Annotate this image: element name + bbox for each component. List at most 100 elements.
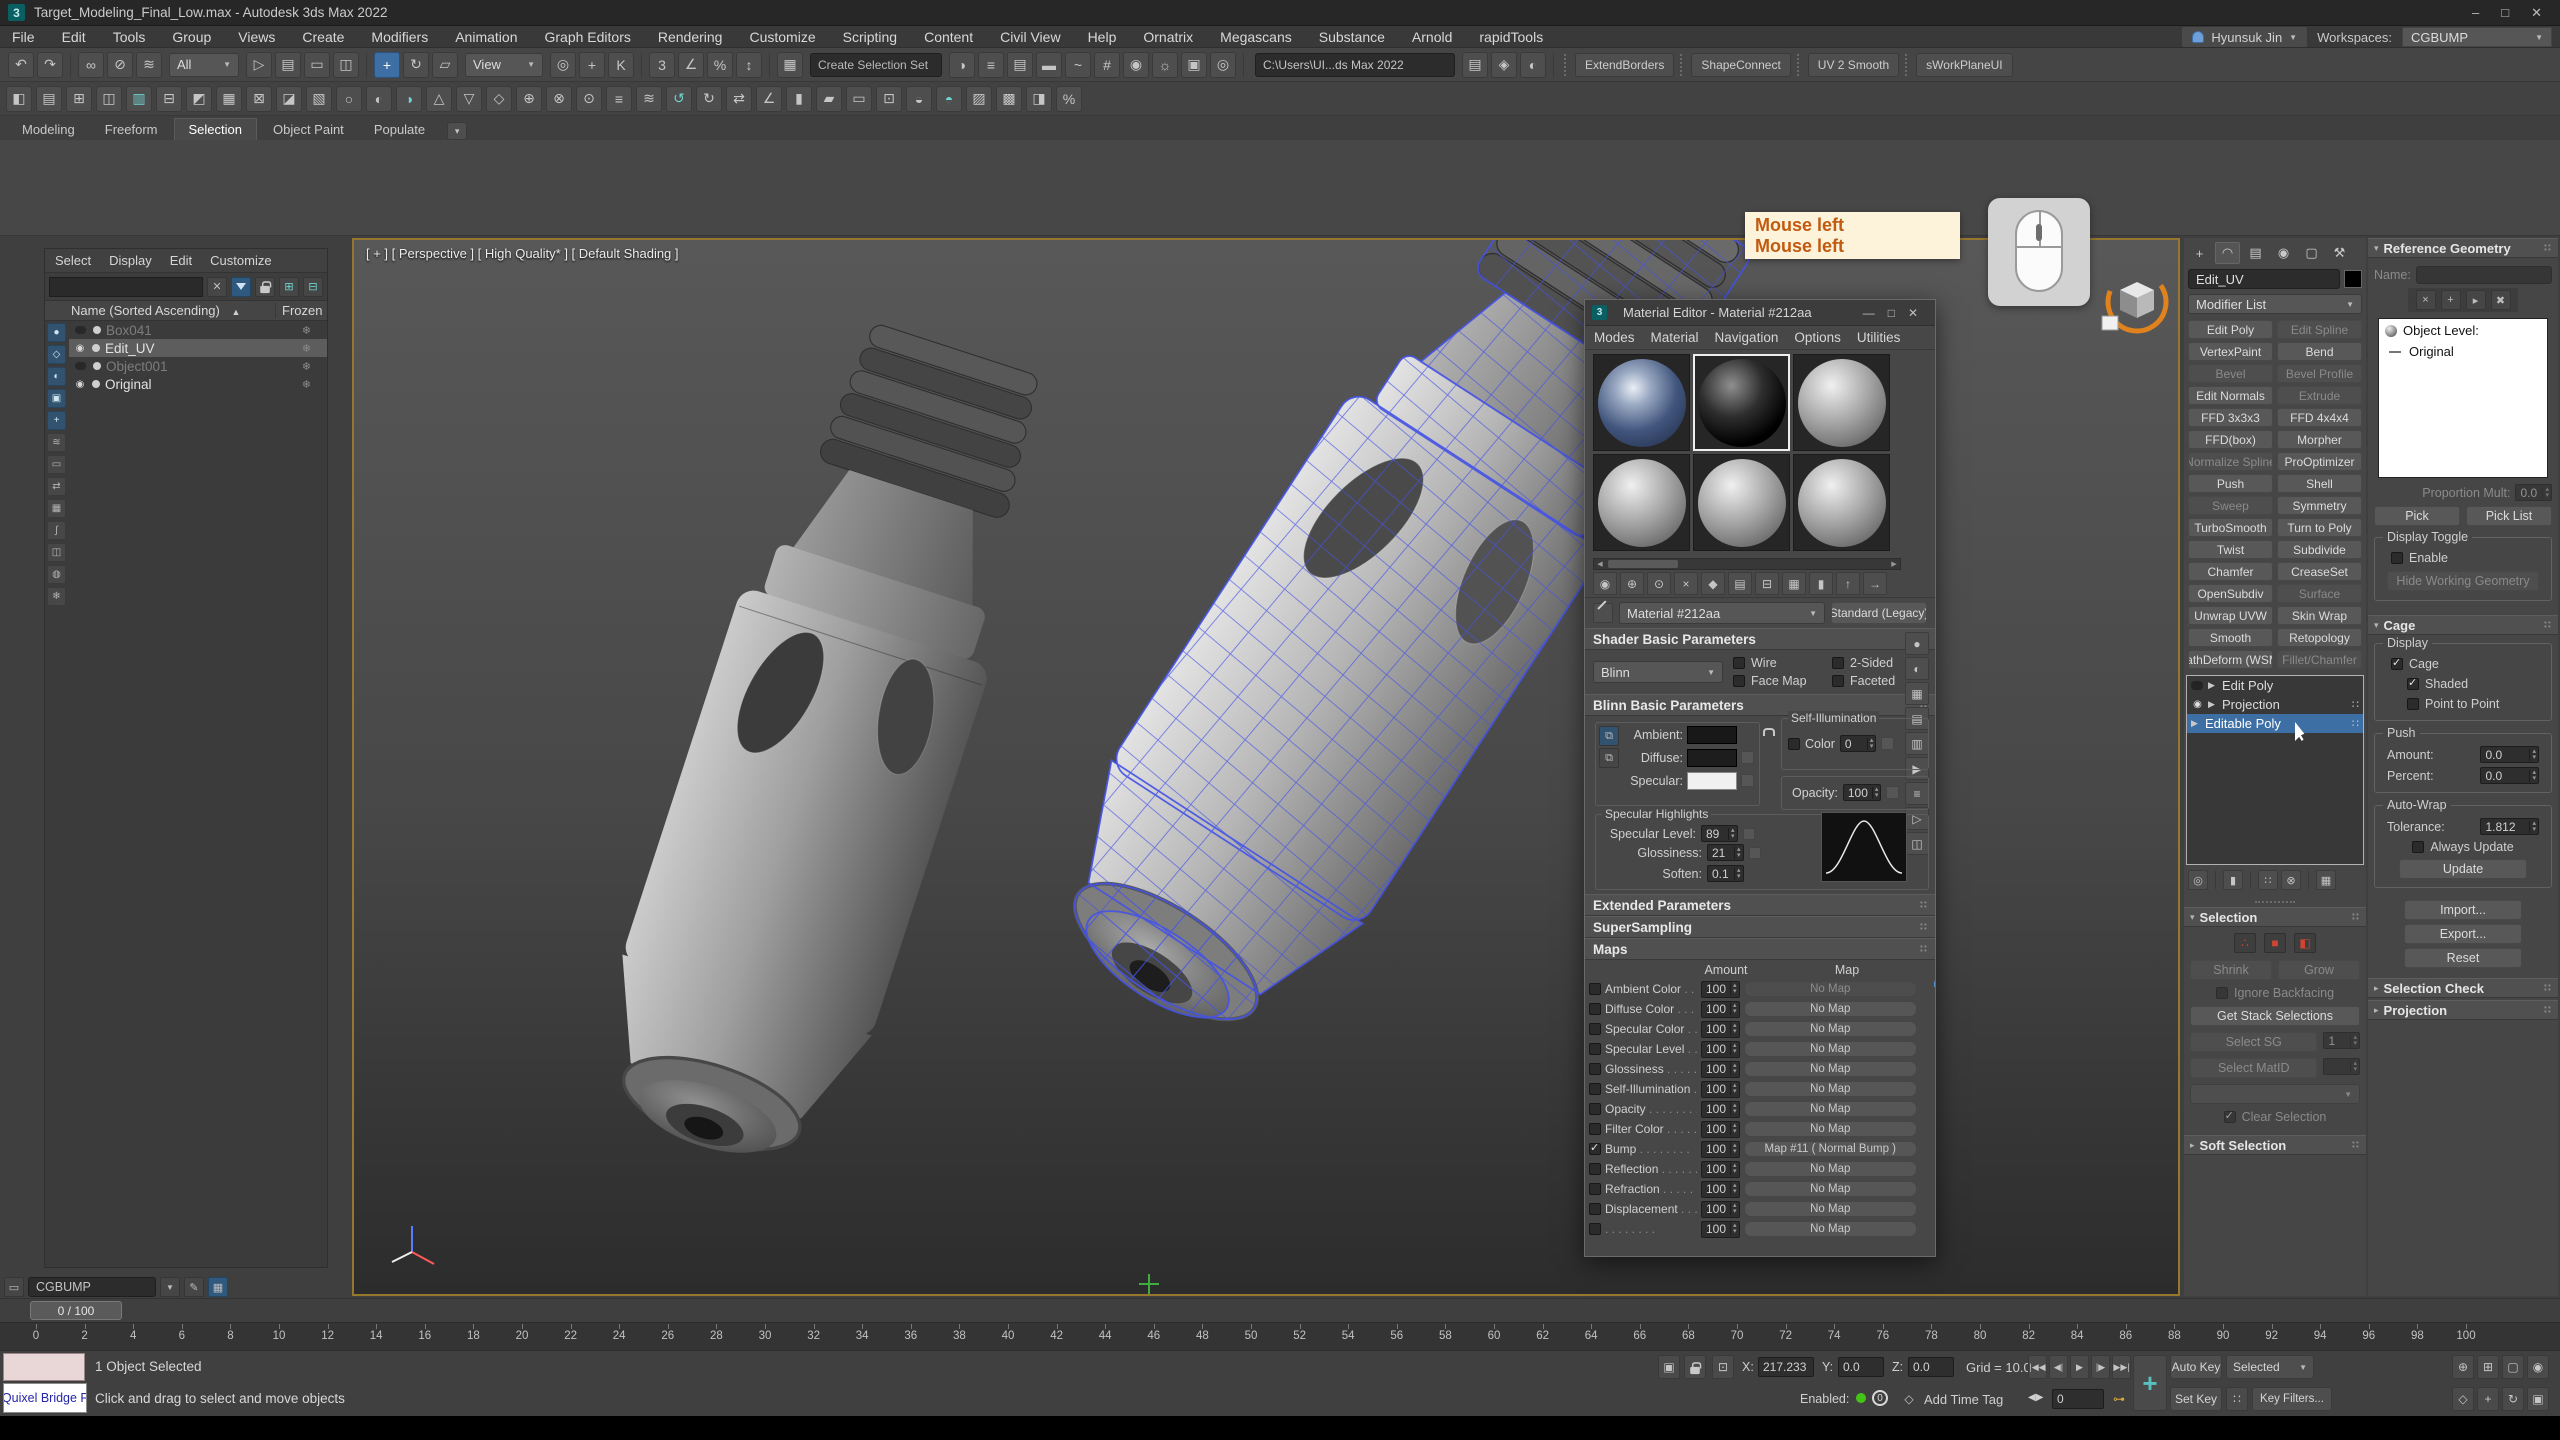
explorer-row-object001[interactable]: Object001❄: [69, 357, 327, 375]
docked-toolbar-shapeconnect[interactable]: ShapeConnect: [1691, 53, 1790, 77]
custom-tool-icon-29[interactable]: ▭: [846, 86, 872, 112]
ribbon-tab-object-paint[interactable]: Object Paint: [259, 118, 358, 140]
vertex-subobject-icon[interactable]: ∴: [2234, 933, 2256, 953]
frame-tick-26[interactable]: 26: [653, 1330, 683, 1342]
frame-tick-66[interactable]: 66: [1625, 1330, 1655, 1342]
frame-tick-36[interactable]: 36: [896, 1330, 926, 1342]
map-amount-spinner[interactable]: 100: [1701, 1181, 1740, 1198]
get-stack-selections-button[interactable]: Get Stack Selections: [2190, 1006, 2360, 1026]
modifier-button-bend[interactable]: Bend: [2277, 342, 2362, 361]
always-update-checkbox[interactable]: [2412, 841, 2424, 853]
toggle-ribbon-icon[interactable]: ▬: [1036, 52, 1062, 78]
undo-icon[interactable]: ↶: [8, 52, 34, 78]
time-slider-handle[interactable]: 0 / 100: [30, 1301, 122, 1320]
assign-material-to-selection-icon[interactable]: ⊙: [1647, 572, 1671, 595]
reference-coordinate-dropdown[interactable]: View▼: [465, 53, 543, 77]
custom-tool-icon-8[interactable]: ▦: [216, 86, 242, 112]
select-and-rotate-icon[interactable]: ↻: [403, 52, 429, 78]
rollout-selection[interactable]: Selection∷: [2184, 907, 2366, 927]
frame-tick-80[interactable]: 80: [1965, 1330, 1995, 1342]
custom-tool-icon-10[interactable]: ◪: [276, 86, 302, 112]
proportion-spinner[interactable]: 0.0: [2515, 484, 2552, 501]
maxscript-mini-listener[interactable]: [3, 1353, 85, 1381]
curve-editor-icon[interactable]: ~: [1065, 52, 1091, 78]
scroll-left-icon[interactable]: ◀: [1594, 559, 1606, 569]
select-by-name-icon[interactable]: ▤: [275, 52, 301, 78]
menu-modifiers[interactable]: Modifiers: [371, 29, 428, 45]
visibility-eye-icon[interactable]: ◉: [73, 343, 87, 354]
select-and-manipulate-icon[interactable]: +: [579, 52, 605, 78]
map-amount-spinner[interactable]: 100: [1701, 1041, 1740, 1058]
motion-tab[interactable]: ◉: [2271, 242, 2296, 264]
material-editor-titlebar[interactable]: 3 Material Editor - Material #212aa — □ …: [1585, 300, 1935, 326]
mirror-icon[interactable]: ◑: [949, 52, 975, 78]
custom-tool-icon-6[interactable]: ⊟: [156, 86, 182, 112]
sample-slot-3[interactable]: [1793, 354, 1890, 451]
shaded-checkbox[interactable]: [2407, 678, 2419, 690]
import-button[interactable]: Import...: [2404, 900, 2522, 920]
keyboard-shortcut-override-icon[interactable]: K: [608, 52, 634, 78]
frame-tick-48[interactable]: 48: [1187, 1330, 1217, 1342]
enabled-badge[interactable]: 0: [1872, 1390, 1888, 1406]
explorer-menu-customize[interactable]: Customize: [210, 253, 271, 268]
custom-tool-icon-25[interactable]: ⇄: [726, 86, 752, 112]
glossiness-spinner[interactable]: 21: [1707, 844, 1744, 861]
custom-tool-icon-1[interactable]: ◧: [6, 86, 32, 112]
y-coordinate-field[interactable]: 0.0: [1838, 1357, 1884, 1377]
custom-tool-icon-23[interactable]: ↺: [666, 86, 692, 112]
frame-step-icons[interactable]: ◀▶: [2028, 1392, 2043, 1403]
amount-spinner[interactable]: 0.0: [2480, 746, 2539, 763]
rollout-blinn-basic-parameters[interactable]: Blinn Basic Parameters∷: [1585, 694, 1935, 716]
map-amount-spinner[interactable]: 100: [1701, 1221, 1740, 1238]
custom-tool-icon-30[interactable]: ⊡: [876, 86, 902, 112]
modifier-button-extrude[interactable]: Extrude: [2277, 386, 2362, 405]
maximize-viewport-icon[interactable]: ▣: [2527, 1387, 2549, 1411]
menu-megascans[interactable]: Megascans: [1220, 29, 1292, 45]
filter-containers-icon[interactable]: ◫: [47, 543, 66, 562]
reference-list[interactable]: Object Level: Original: [2378, 318, 2548, 478]
modifier-button-turbosmooth[interactable]: TurboSmooth: [2188, 518, 2273, 537]
modifier-list-dropdown[interactable]: Modifier List▼: [2188, 294, 2362, 314]
frame-tick-18[interactable]: 18: [458, 1330, 488, 1342]
frame-tick-78[interactable]: 78: [1916, 1330, 1946, 1342]
expand-icon[interactable]: ▶: [2208, 680, 2218, 691]
modifier-button-normalize-spline[interactable]: Normalize Spline: [2188, 452, 2273, 471]
rendered-frame-window-icon[interactable]: ▣: [1181, 52, 1207, 78]
modifier-button-push[interactable]: Push: [2188, 474, 2273, 493]
filter-bones-icon[interactable]: ∫: [47, 521, 66, 540]
layer-explorer-icon[interactable]: ▤: [1007, 52, 1033, 78]
menu-scripting[interactable]: Scripting: [843, 29, 897, 45]
edit-icon[interactable]: ✎: [184, 1277, 204, 1297]
visibility-off-icon[interactable]: [75, 326, 86, 334]
modifier-button-ffd-3x3x3[interactable]: FFD 3x3x3: [2188, 408, 2273, 427]
grow-button[interactable]: Grow: [2278, 960, 2360, 980]
lock-diffuse-specular-icon[interactable]: ⧉: [1599, 748, 1619, 768]
frame-tick-90[interactable]: 90: [2208, 1330, 2238, 1342]
play-animation-icon[interactable]: ▶: [2070, 1355, 2089, 1379]
x-coordinate-field[interactable]: 217.233: [1758, 1357, 1814, 1377]
backlight-icon[interactable]: ◐: [1905, 657, 1929, 680]
select-matid-button[interactable]: Select MatID: [2190, 1058, 2317, 1078]
soften-spinner[interactable]: 0.1: [1707, 865, 1744, 882]
frame-tick-88[interactable]: 88: [2159, 1330, 2189, 1342]
menu-views[interactable]: Views: [238, 29, 275, 45]
custom-tool-icon-13[interactable]: ◐: [366, 86, 392, 112]
frame-tick-46[interactable]: 46: [1139, 1330, 1169, 1342]
frame-tick-6[interactable]: 6: [167, 1330, 197, 1342]
opacity-spinner[interactable]: 100: [1843, 784, 1882, 801]
explorer-column-headers[interactable]: Name (Sorted Ascending) ▲ Frozen: [45, 301, 327, 321]
export-button[interactable]: Export...: [2404, 924, 2522, 944]
ribbon-tab-freeform[interactable]: Freeform: [91, 118, 172, 140]
percent-snap-icon[interactable]: %: [707, 52, 733, 78]
expand-icon[interactable]: ▶: [2191, 718, 2201, 729]
matid-spinner[interactable]: [2323, 1058, 2360, 1075]
frame-tick-28[interactable]: 28: [701, 1330, 731, 1342]
unlink-selection-icon[interactable]: ⊘: [107, 52, 133, 78]
user-account-menu[interactable]: Hyunsuk Jin ▼: [2182, 27, 2307, 47]
opacity-map-button[interactable]: [1886, 786, 1899, 799]
enable-checkbox[interactable]: [2391, 552, 2403, 564]
clear-search-icon[interactable]: ✕: [207, 277, 227, 297]
background-icon[interactable]: ▦: [1905, 682, 1929, 705]
custom-tool-icon-21[interactable]: ≡: [606, 86, 632, 112]
snaps-toggle-icon[interactable]: 3: [649, 52, 675, 78]
